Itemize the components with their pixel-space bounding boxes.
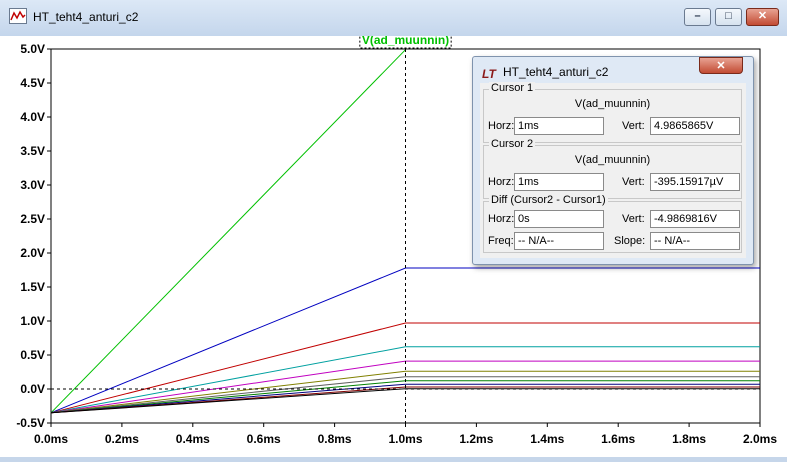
cursor1-group: Cursor 1 V(ad_muunnin) Horz: 1ms Vert: 4… bbox=[483, 82, 742, 143]
x-tick-label: 1.2ms bbox=[459, 432, 493, 446]
y-tick-label: 1.0V bbox=[20, 314, 45, 328]
y-tick-label: 3.0V bbox=[20, 178, 45, 192]
dialog-title: HT_teht4_anturi_c2 bbox=[503, 65, 609, 79]
x-tick-label: 0.0ms bbox=[34, 432, 68, 446]
cursor1-horz-field[interactable]: 1ms bbox=[514, 117, 604, 135]
cursor1-vert-field[interactable]: 4.9865865V bbox=[650, 117, 740, 135]
close-button[interactable]: ✕ bbox=[746, 8, 779, 26]
x-tick-label: 0.4ms bbox=[176, 432, 210, 446]
x-tick-label: 2.0ms bbox=[743, 432, 777, 446]
y-tick-label: 4.0V bbox=[20, 110, 45, 124]
x-tick-label: 1.6ms bbox=[601, 432, 635, 446]
diff-slope-label: Slope: bbox=[614, 235, 646, 247]
x-tick-label: 0.8ms bbox=[318, 432, 352, 446]
x-tick-label: 0.2ms bbox=[105, 432, 139, 446]
cursor2-label: Cursor 2 bbox=[489, 138, 536, 150]
diff-slope-field[interactable]: -- N/A-- bbox=[650, 232, 740, 250]
x-tick-label: 1.8ms bbox=[672, 432, 706, 446]
maximize-button[interactable]: □ bbox=[715, 8, 742, 26]
y-tick-label: 5.0V bbox=[20, 42, 45, 56]
diff-label: Diff (Cursor2 - Cursor1) bbox=[489, 194, 608, 206]
y-tick-label: 0.0V bbox=[20, 382, 45, 396]
series-line-7 bbox=[50, 376, 760, 414]
cursor-dialog: LT HT_teht4_anturi_c2 ✕ Cursor 1 V(ad_mu… bbox=[472, 56, 754, 265]
diff-horz-label: Horz: bbox=[488, 213, 515, 225]
cursor2-trace: V(ad_muunnin) bbox=[574, 154, 651, 166]
y-tick-label: 2.5V bbox=[20, 212, 45, 226]
x-tick-label: 1.0ms bbox=[388, 432, 422, 446]
waveform-icon[interactable] bbox=[9, 8, 27, 24]
diff-group: Diff (Cursor2 - Cursor1) Horz: 0s Vert: … bbox=[483, 194, 742, 253]
minimize-button[interactable]: – bbox=[684, 8, 711, 26]
trace-label[interactable]: V(ad_muunnin) bbox=[362, 33, 449, 47]
diff-vert-field[interactable]: -4.9869816V bbox=[650, 210, 740, 228]
cursor2-vert-label: Vert: bbox=[622, 176, 645, 188]
y-tick-label: 0.5V bbox=[20, 348, 45, 362]
cursor1-label: Cursor 1 bbox=[489, 82, 536, 94]
x-tick-label: 0.6ms bbox=[247, 432, 281, 446]
diff-vert-label: Vert: bbox=[622, 213, 645, 225]
series-line-1 bbox=[50, 49, 406, 414]
dialog-body: Cursor 1 V(ad_muunnin) Horz: 1ms Vert: 4… bbox=[480, 82, 746, 258]
window-title: HT_teht4_anturi_c2 bbox=[33, 10, 139, 24]
diff-freq-label: Freq: bbox=[488, 235, 514, 247]
cursor1-trace: V(ad_muunnin) bbox=[574, 98, 651, 110]
cursor2-vert-field[interactable]: -395.15917µV bbox=[650, 173, 740, 191]
ltspice-logo-icon: LT bbox=[482, 67, 496, 81]
cursor1-horz-label: Horz: bbox=[488, 120, 515, 132]
y-tick-label: -0.5V bbox=[16, 416, 45, 430]
y-tick-label: 1.5V bbox=[20, 280, 45, 294]
dialog-close-button[interactable]: ✕ bbox=[699, 57, 743, 74]
cursor2-horz-label: Horz: bbox=[488, 176, 515, 188]
y-tick-label: 3.5V bbox=[20, 144, 45, 158]
cursor2-group: Cursor 2 V(ad_muunnin) Horz: 1ms Vert: -… bbox=[483, 138, 742, 199]
diff-horz-field[interactable]: 0s bbox=[514, 210, 604, 228]
title-bar: HT_teht4_anturi_c2 – □ ✕ bbox=[0, 0, 787, 36]
diff-freq-field[interactable]: -- N/A-- bbox=[514, 232, 604, 250]
cursor1-vert-label: Vert: bbox=[622, 120, 645, 132]
y-tick-label: 2.0V bbox=[20, 246, 45, 260]
cursor2-horz-field[interactable]: 1ms bbox=[514, 173, 604, 191]
x-tick-label: 1.4ms bbox=[530, 432, 564, 446]
y-tick-label: 4.5V bbox=[20, 76, 45, 90]
